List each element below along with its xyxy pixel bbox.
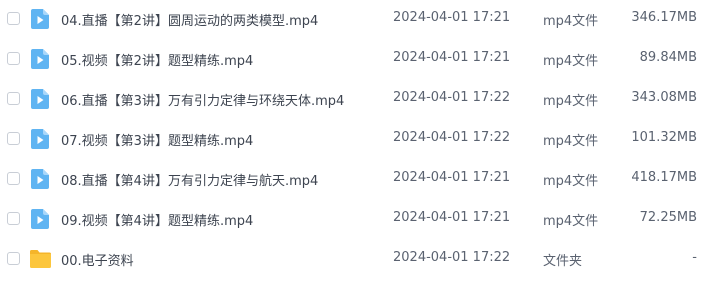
file-name[interactable]: 09.视频【第4讲】题型精练.mp4 (61, 210, 253, 229)
row-checkbox[interactable] (7, 92, 20, 105)
video-file-icon (31, 169, 49, 189)
modified-date: 2024-04-01 17:21 (393, 170, 511, 185)
file-row[interactable]: 09.视频【第4讲】题型精练.mp4 2024-04-01 17:21 mp4文… (0, 200, 721, 240)
file-row[interactable]: 05.视频【第2讲】题型精练.mp4 2024-04-01 17:21 mp4文… (0, 40, 721, 80)
row-checkbox[interactable] (7, 12, 20, 25)
file-type: mp4文件 (543, 54, 599, 69)
folder-icon (30, 250, 51, 268)
video-file-icon (31, 9, 49, 29)
file-type: mp4文件 (543, 94, 599, 109)
modified-date: 2024-04-01 17:22 (393, 130, 511, 145)
file-size: 101.32MB (631, 130, 697, 145)
file-name[interactable]: 08.直播【第4讲】万有引力定律与航天.mp4 (61, 170, 318, 189)
row-checkbox[interactable] (7, 212, 20, 225)
video-file-icon (31, 209, 49, 229)
file-size: 346.17MB (631, 10, 697, 25)
row-checkbox[interactable] (7, 132, 20, 145)
file-name[interactable]: 04.直播【第2讲】圆周运动的两类模型.mp4 (61, 10, 318, 29)
folder-name[interactable]: 00.电子资料 (61, 250, 134, 269)
modified-date: 2024-04-01 17:21 (393, 50, 511, 65)
modified-date: 2024-04-01 17:21 (393, 210, 511, 225)
modified-date: 2024-04-01 17:22 (393, 250, 511, 265)
modified-date: 2024-04-01 17:22 (393, 90, 511, 105)
file-name[interactable]: 07.视频【第3讲】题型精练.mp4 (61, 130, 253, 149)
file-type: 文件夹 (543, 254, 583, 269)
video-file-icon (31, 89, 49, 109)
file-type: mp4文件 (543, 14, 599, 29)
file-row[interactable]: 04.直播【第2讲】圆周运动的两类模型.mp4 2024-04-01 17:21… (0, 0, 721, 40)
file-type: mp4文件 (543, 214, 599, 229)
modified-date: 2024-04-01 17:21 (393, 10, 511, 25)
file-size: 89.84MB (639, 50, 697, 65)
file-type: mp4文件 (543, 174, 599, 189)
file-size: 418.17MB (631, 170, 697, 185)
folder-row[interactable]: 00.电子资料 2024-04-01 17:22 文件夹 - (0, 240, 721, 280)
video-file-icon (31, 49, 49, 69)
file-name[interactable]: 05.视频【第2讲】题型精练.mp4 (61, 50, 253, 69)
file-size: - (692, 250, 697, 265)
file-size: 343.08MB (631, 90, 697, 105)
file-row[interactable]: 07.视频【第3讲】题型精练.mp4 2024-04-01 17:22 mp4文… (0, 120, 721, 160)
file-list: 04.直播【第2讲】圆周运动的两类模型.mp4 2024-04-01 17:21… (0, 0, 721, 285)
video-file-icon (31, 129, 49, 149)
file-type: mp4文件 (543, 134, 599, 149)
row-checkbox[interactable] (7, 252, 20, 265)
file-row[interactable]: 08.直播【第4讲】万有引力定律与航天.mp4 2024-04-01 17:21… (0, 160, 721, 200)
file-size: 72.25MB (639, 210, 697, 225)
file-row[interactable]: 06.直播【第3讲】万有引力定律与环绕天体.mp4 2024-04-01 17:… (0, 80, 721, 120)
file-name[interactable]: 06.直播【第3讲】万有引力定律与环绕天体.mp4 (61, 90, 344, 109)
row-checkbox[interactable] (7, 172, 20, 185)
row-checkbox[interactable] (7, 52, 20, 65)
